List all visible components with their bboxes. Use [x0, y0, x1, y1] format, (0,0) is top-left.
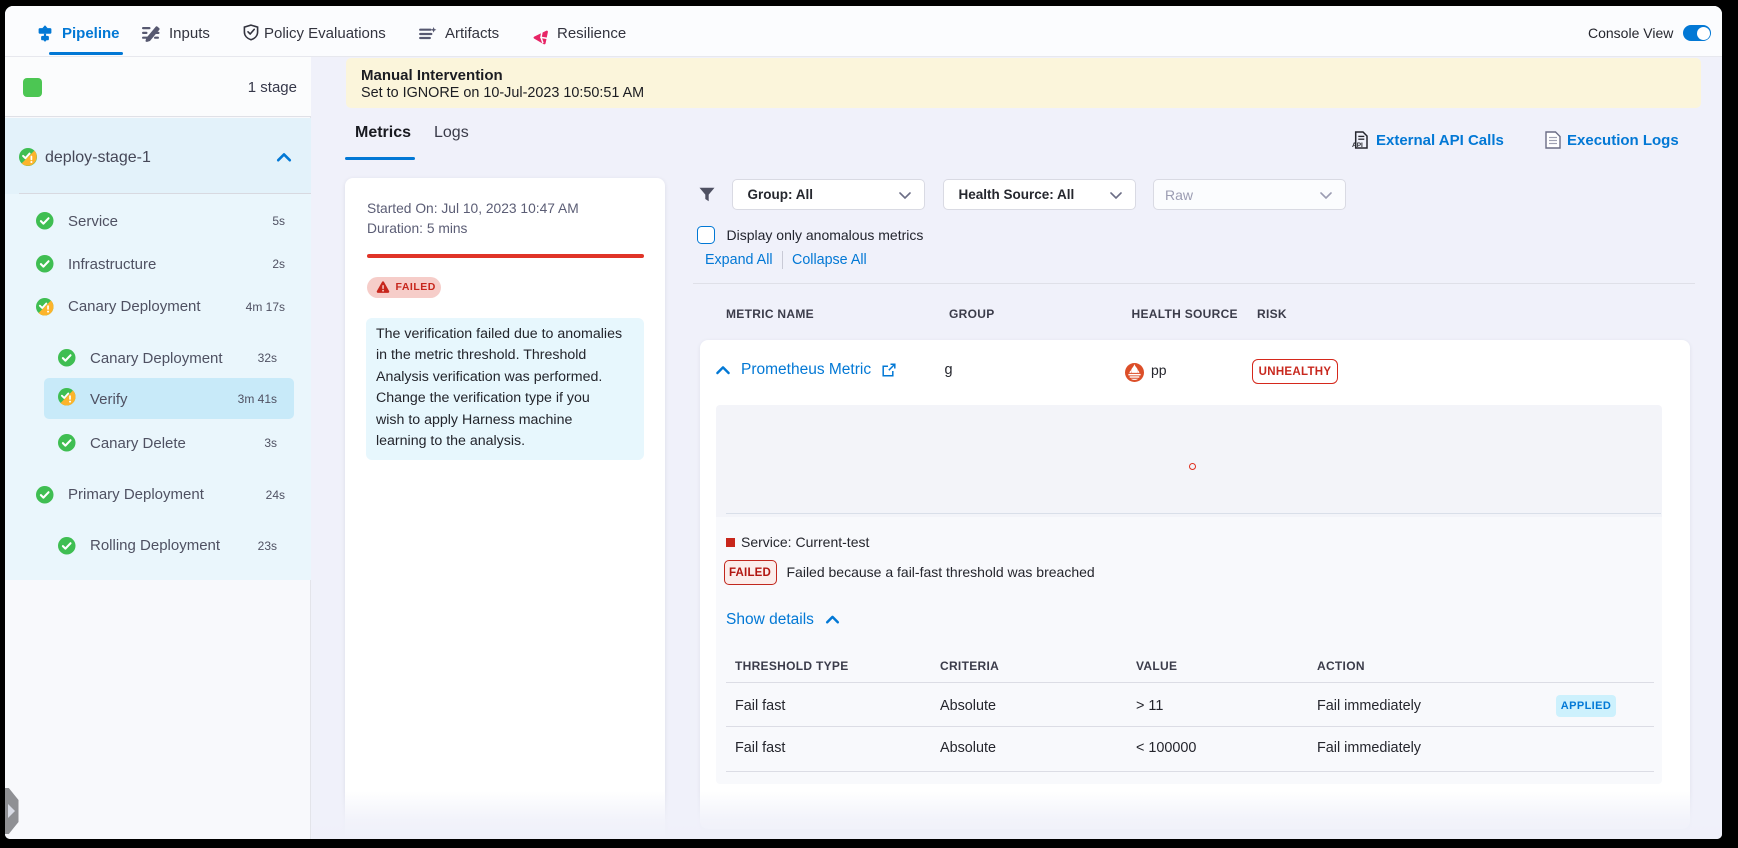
svg-text:API: API	[1352, 142, 1363, 149]
